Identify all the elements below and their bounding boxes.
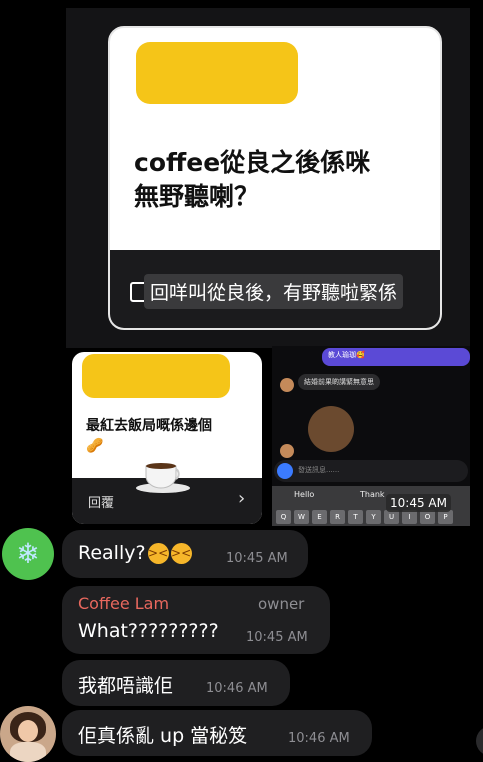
avatar[interactable]: ❄ bbox=[2, 528, 54, 580]
key: O bbox=[420, 510, 435, 524]
grey-message-bubble: 結婚前果啲講緊無意思 bbox=[298, 374, 380, 390]
message-time: 10:45 AM bbox=[246, 630, 308, 645]
keyboard-row: Q W E R T Y U I O P bbox=[276, 510, 453, 524]
forwarded-post-card[interactable]: coffee從良之後係咪 無野聽喇？ 回咩叫從良後，有野聽啦緊係 bbox=[108, 26, 442, 330]
avatar[interactable] bbox=[0, 706, 56, 762]
message-time: 10:46 AM bbox=[288, 731, 350, 746]
story-reply-label[interactable]: 回覆 bbox=[88, 492, 114, 511]
persevering-face-icon: >< bbox=[147, 543, 169, 564]
key: W bbox=[294, 510, 309, 524]
keyboard-suggestion: Thank bbox=[360, 490, 385, 499]
chat-screenshot[interactable]: 教人瑜珈🥰 結婚前果啲講緊無意思 發送訊息...... Hello Thank … bbox=[272, 346, 470, 526]
key: R bbox=[330, 510, 345, 524]
message-time: 10:45 AM bbox=[226, 551, 288, 566]
message-text: Really? >< >< bbox=[78, 542, 192, 564]
message-text: What????????? bbox=[78, 620, 219, 642]
scroll-down-button[interactable] bbox=[476, 726, 483, 756]
key: U bbox=[384, 510, 399, 524]
owner-badge: owner bbox=[258, 595, 305, 613]
key: E bbox=[312, 510, 327, 524]
persevering-face-icon: >< bbox=[170, 543, 192, 564]
video-caption: 回咩叫從良後，有野聽啦緊係 bbox=[144, 274, 404, 309]
keyboard-suggestion: Hello bbox=[294, 490, 315, 499]
screenshot-timestamp: 10:45 AM bbox=[386, 494, 451, 512]
purple-message-bubble: 教人瑜珈🥰 bbox=[322, 348, 470, 366]
avatar-face bbox=[18, 720, 38, 742]
message-time: 10:46 AM bbox=[206, 681, 268, 696]
key: T bbox=[348, 510, 363, 524]
post-title: coffee從良之後係咪 無野聽喇？ bbox=[134, 148, 371, 211]
key: P bbox=[438, 510, 453, 524]
chevron-right-icon[interactable]: › bbox=[238, 488, 245, 509]
sender-name[interactable]: Coffee Lam bbox=[78, 594, 169, 613]
camera-icon bbox=[277, 463, 293, 479]
message-text: 我都唔識佢 bbox=[78, 675, 174, 697]
memoji-sticker bbox=[308, 406, 354, 452]
small-avatar bbox=[280, 444, 294, 458]
small-avatar bbox=[280, 378, 294, 392]
message-bubble[interactable]: 佢真係亂 up 當秘笈 10:46 AM bbox=[62, 710, 372, 756]
forwarded-story-card[interactable]: 最紅去飯局嘅係邊個 🥜 回覆 › bbox=[72, 352, 262, 524]
redaction-highlight bbox=[136, 42, 298, 104]
message-bubble[interactable]: 我都唔識佢 10:46 AM bbox=[62, 660, 290, 706]
snowflake-icon: ❄ bbox=[16, 537, 40, 570]
key: Y bbox=[366, 510, 381, 524]
input-placeholder: 發送訊息...... bbox=[298, 466, 340, 474]
screenshot-input-bar: 發送訊息...... bbox=[274, 460, 468, 482]
message-text: 佢真係亂 up 當秘笈 bbox=[78, 725, 248, 747]
coffee-cup-icon bbox=[136, 463, 190, 493]
message-bubble[interactable]: Coffee Lam owner What????????? 10:45 AM bbox=[62, 586, 330, 654]
story-title: 最紅去飯局嘅係邊個 bbox=[86, 418, 212, 434]
avatar-body bbox=[10, 742, 46, 762]
post-footer: 回咩叫從良後，有野聽啦緊係 bbox=[110, 250, 440, 328]
peanut-icon: 🥜 bbox=[86, 438, 104, 454]
key: Q bbox=[276, 510, 291, 524]
key: I bbox=[402, 510, 417, 524]
redaction-highlight bbox=[82, 354, 230, 398]
message-bubble[interactable]: Really? >< >< 10:45 AM bbox=[62, 530, 308, 578]
